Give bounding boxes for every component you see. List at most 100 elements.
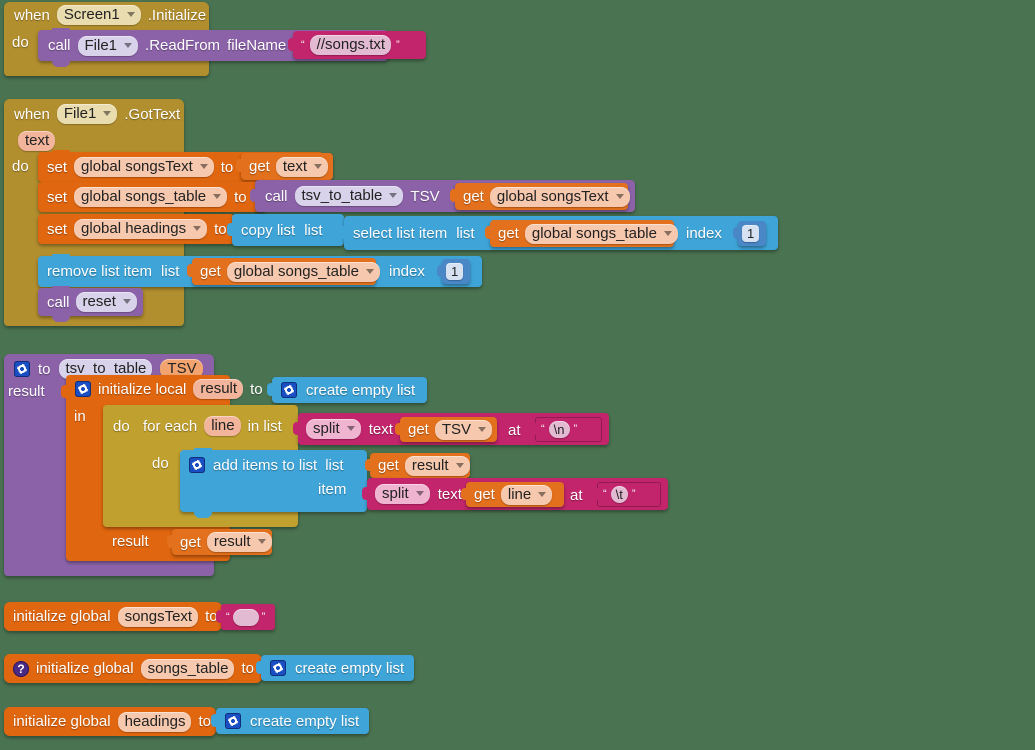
split-operation-name: split [313, 420, 340, 437]
get-text-variable-dropdown[interactable]: text [275, 156, 329, 177]
quote-close-icon: ” [573, 423, 578, 435]
global-songstext-name-field[interactable]: songsText [117, 606, 199, 627]
string-tab-value[interactable]: \t [610, 486, 628, 503]
global-headings-name-field[interactable]: headings [117, 711, 192, 732]
set-global-songstext-row: set global songsText to [38, 152, 233, 182]
string-songs-txt-value[interactable]: //songs.txt [309, 35, 392, 55]
reset-procedure-name: reset [82, 293, 116, 310]
split-operation-dropdown[interactable]: split [306, 419, 361, 439]
chevron-down-icon [122, 299, 131, 304]
init-global-headings-row: initialize global headings to [4, 707, 211, 736]
number-index-select-value-wrap[interactable]: 1 [742, 225, 760, 243]
file1-component-dropdown[interactable]: File1 [77, 35, 139, 56]
to-label: to [250, 380, 263, 398]
get-label: get [378, 457, 399, 474]
get-songs-table-select-row: get global songs_table [490, 220, 678, 247]
quote-open-icon: “ [541, 423, 545, 435]
mutator-gear-icon[interactable] [281, 382, 297, 398]
remove-index-label: index [389, 263, 425, 280]
get-label: get [498, 225, 519, 242]
readfrom-method-label: .ReadFrom [145, 37, 221, 54]
local-name-result[interactable]: result [193, 379, 244, 399]
screen1-component-dropdown[interactable]: Screen1 [56, 5, 141, 25]
set-label: set [47, 158, 68, 176]
songs-table-variable-name: global songs_table [81, 188, 207, 205]
quote-open-icon: “ [301, 38, 305, 51]
get-text-row: get text [241, 153, 329, 180]
chevron-down-icon [199, 164, 208, 169]
init-global-label: initialize global [13, 608, 111, 625]
mutator-gear-icon[interactable] [270, 660, 286, 676]
songstext-variable-name: global songsText [81, 158, 193, 175]
copy-list-arg-label: list [304, 221, 323, 239]
get-songstext-variable-dropdown[interactable]: global songsText [489, 186, 630, 207]
create-empty-list-local-row: create empty list [272, 377, 415, 403]
get-tsv-row: get TSV [400, 417, 493, 442]
call-label: call [48, 37, 71, 54]
loop-variable-line[interactable]: line [204, 416, 241, 436]
to-label: to [38, 360, 51, 378]
chevron-down-icon [389, 193, 398, 198]
gottext-do-label: do [12, 158, 29, 175]
get-tsv-variable-dropdown[interactable]: TSV [434, 419, 493, 440]
string-songs-txt-row: “ //songs.txt ” [293, 31, 400, 59]
get-songs-table-remove-dropdown[interactable]: global songs_table [226, 261, 380, 282]
global-songs-table-name-field[interactable]: songs_table [140, 658, 235, 679]
tsv-procedure-dropdown[interactable]: tsv_to_table [294, 186, 404, 206]
songs-table-variable-dropdown[interactable]: global songs_table [74, 187, 228, 207]
get-line-variable-name: line [507, 485, 532, 503]
chevron-down-icon [415, 491, 424, 496]
init-global-label: initialize global [36, 660, 134, 677]
remove-list-item-label: remove list item [47, 263, 153, 280]
chevron-down-icon [314, 163, 323, 169]
remove-list-item-row: remove list item list [38, 256, 179, 287]
mutator-gear-icon[interactable] [14, 361, 30, 377]
create-empty-list-label: create empty list [306, 381, 416, 399]
get-result-footer-name: result [213, 533, 251, 550]
call-label: call [47, 293, 70, 311]
songstext-variable-dropdown[interactable]: global songsText [74, 157, 214, 177]
headings-variable-dropdown[interactable]: global headings [74, 219, 208, 239]
get-result-footer-dropdown[interactable]: result [206, 532, 272, 552]
chevron-down-icon [615, 193, 624, 199]
chevron-down-icon [455, 462, 464, 468]
to-label: to [198, 713, 211, 730]
filename-arg-label: fileName [227, 37, 287, 54]
initialize-event-label: .Initialize [147, 6, 207, 24]
help-icon[interactable]: ? [13, 660, 29, 677]
blocks-canvas[interactable]: when Screen1 .Initialize do call File1 .… [0, 0, 1035, 750]
number-index-remove-value: 1 [446, 263, 464, 280]
string-newline-value[interactable]: \n [548, 421, 570, 438]
create-empty-list-songs-table-row: create empty list [261, 655, 404, 681]
get-songs-table-remove-row: get global songs_table [192, 258, 380, 285]
number-index-remove-value-wrap[interactable]: 1 [446, 263, 464, 281]
inner-do-label: do [152, 455, 169, 472]
select-list-arg-label: list [456, 224, 475, 242]
set-label: set [47, 188, 68, 206]
get-songs-table-variable-dropdown[interactable]: global songs_table [524, 223, 678, 244]
headings-variable-name: global headings [81, 220, 187, 237]
split-tab-row: split text [367, 478, 462, 510]
get-songs-table-variable-name: global songs_table [531, 224, 657, 242]
get-result-additems-name: result [411, 456, 449, 474]
string-empty-value[interactable] [232, 608, 259, 626]
string-empty-row: “ ” [221, 604, 265, 630]
set-global-headings-row: set global headings to [38, 214, 227, 244]
gottext-param-text[interactable]: text [18, 131, 56, 151]
when-label: when [14, 105, 50, 123]
file1-component-dropdown[interactable]: File1 [56, 104, 118, 124]
chevron-down-icon [478, 426, 487, 432]
get-global-songstext-row: get global songsText [455, 183, 630, 210]
chevron-down-icon [257, 539, 266, 544]
init-global-label: initialize global [13, 713, 111, 730]
screen1-do-label: do [12, 34, 29, 51]
split-tab-operation-dropdown[interactable]: split [375, 484, 430, 504]
get-line-variable-dropdown[interactable]: line [500, 484, 553, 505]
mutator-gear-icon[interactable] [189, 457, 205, 473]
add-items-item-label: item [318, 481, 347, 498]
mutator-gear-icon[interactable] [75, 381, 91, 397]
reset-procedure-dropdown[interactable]: reset [75, 292, 137, 312]
get-result-footer-row: get result [172, 529, 272, 555]
mutator-gear-icon[interactable] [225, 713, 241, 729]
get-result-additems-dropdown[interactable]: result [404, 455, 470, 476]
